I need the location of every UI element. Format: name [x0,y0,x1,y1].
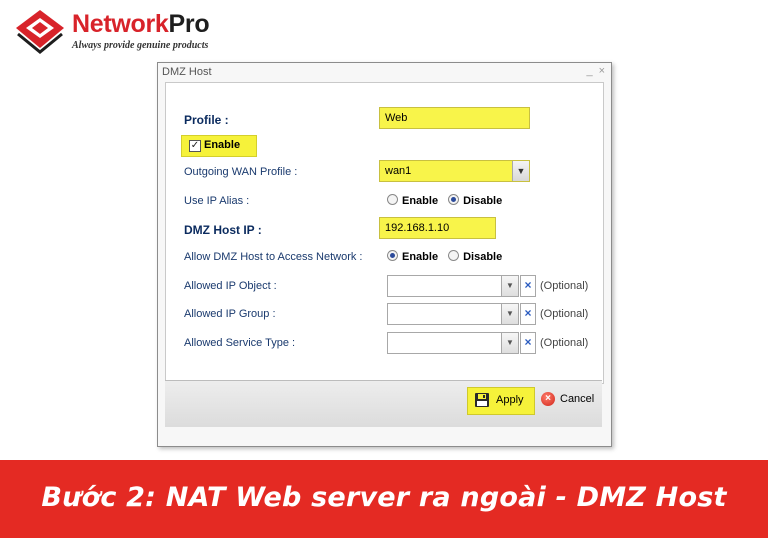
ip-object-input[interactable] [387,275,502,297]
service-type-optional: (Optional) [540,337,589,349]
minimize-icon[interactable]: _ [586,65,592,77]
clear-x-icon[interactable]: × [520,275,536,297]
chevron-down-icon[interactable]: ▼ [502,332,519,354]
save-disk-icon [475,393,489,407]
enable-checkbox-label: Enable [204,139,241,151]
service-type-label: Allowed Service Type : [184,337,296,349]
chevron-down-icon[interactable]: ▼ [512,161,529,181]
service-type-combo: ▼ × [387,332,537,354]
apply-button[interactable]: Apply [467,387,535,415]
chevron-down-icon[interactable]: ▼ [502,303,519,325]
brand-logo: NetworkPro Always provide genuine produc… [14,8,274,54]
wan-profile-value: wan1 [385,165,412,177]
window-title: DMZ Host [162,66,212,78]
close-icon[interactable]: × [599,65,605,77]
service-type-input[interactable] [387,332,502,354]
brand-tagline: Always provide genuine products [72,40,209,51]
access-enable-radio[interactable] [387,250,398,261]
ip-alias-radio-group: Enable Disable [387,194,512,207]
access-disable-radio[interactable] [448,250,460,261]
wan-profile-select[interactable]: wan1 ▼ [379,160,530,182]
ip-alias-label: Use IP Alias : [184,195,250,207]
cancel-label: Cancel [560,393,595,405]
ip-group-optional: (Optional) [540,308,589,320]
window-controls: _ × [580,65,605,77]
access-disable-label: Disable [463,251,503,263]
brand-name: NetworkPro [72,10,210,38]
chevron-down-icon[interactable]: ▼ [502,275,519,297]
clear-x-icon[interactable]: × [520,332,536,354]
access-network-label: Allow DMZ Host to Access Network : [184,251,363,263]
access-network-radio-group: Enable Disable [387,250,512,263]
ip-object-combo: ▼ × [387,275,537,297]
enable-checkbox[interactable]: ✓ [189,140,201,152]
caption-text: Bước 2: NAT Web server ra ngoài - DMZ Ho… [41,482,727,513]
wan-profile-label: Outgoing WAN Profile : [184,166,298,178]
ip-alias-enable-label: Enable [402,195,439,207]
ip-group-label: Allowed IP Group : [184,308,276,320]
ip-alias-enable-radio[interactable] [387,194,398,205]
dmz-host-ip-input[interactable]: 192.168.1.10 [379,217,496,239]
dmz-host-ip-label: DMZ Host IP : [184,223,262,237]
form-panel: Profile : Web ✓ Enable Outgoing WAN Prof… [165,82,604,384]
ip-object-label: Allowed IP Object : [184,280,277,292]
caption-banner: Bước 2: NAT Web server ra ngoài - DMZ Ho… [0,460,768,538]
ip-group-combo: ▼ × [387,303,537,325]
enable-checkbox-row[interactable]: ✓ Enable [181,135,257,157]
ip-group-input[interactable] [387,303,502,325]
profile-label: Profile : [184,113,229,127]
dialog-footer: Apply × Cancel [165,380,602,427]
ip-alias-disable-label: Disable [463,195,503,207]
cancel-button[interactable]: × Cancel [537,387,603,413]
apply-label: Apply [496,394,524,406]
dmz-host-window: DMZ Host _ × Profile : Web ✓ Enable Outgo… [157,62,612,447]
access-enable-label: Enable [402,251,439,263]
ip-alias-disable-radio[interactable] [448,194,460,205]
cancel-x-icon: × [541,392,555,406]
ip-object-optional: (Optional) [540,280,589,292]
profile-input[interactable]: Web [379,107,530,129]
clear-x-icon[interactable]: × [520,303,536,325]
networkpro-logo-icon [16,10,64,54]
